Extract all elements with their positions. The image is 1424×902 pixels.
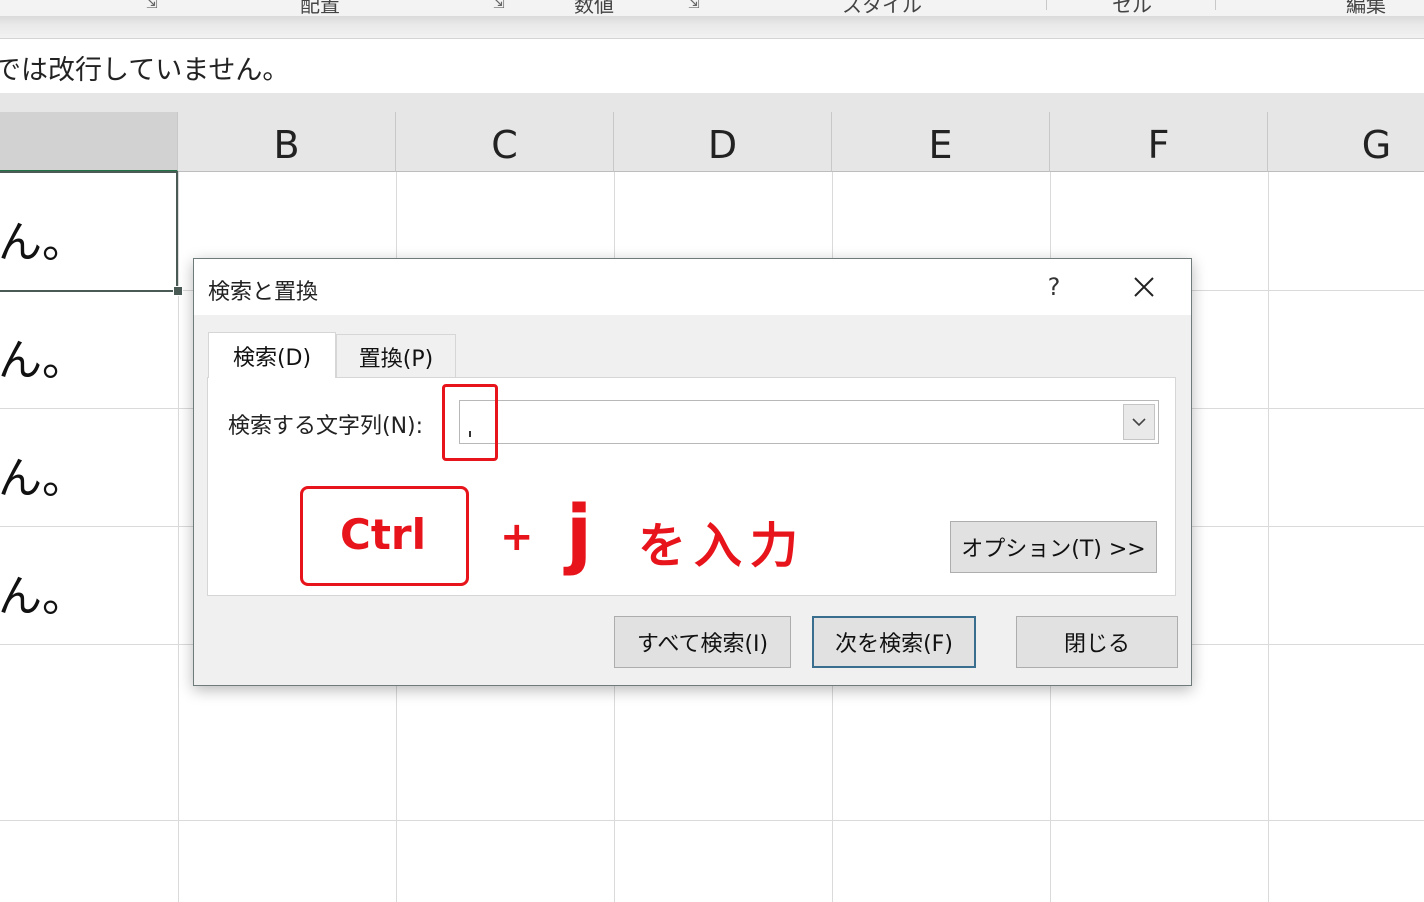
annotation-ctrl: Ctrl (340, 510, 427, 559)
formula-bar-content[interactable]: では改行していません。 (0, 48, 289, 87)
column-header-c[interactable]: C (396, 112, 614, 172)
grid-line (1268, 172, 1269, 902)
dialog-launcher-icon[interactable]: ⇲ (493, 0, 505, 12)
close-icon[interactable] (1122, 269, 1166, 305)
grid-line (178, 172, 179, 902)
tab-find[interactable]: 検索(D) (208, 332, 336, 378)
chevron-down-icon[interactable] (1123, 404, 1155, 440)
column-header-d[interactable]: D (614, 112, 832, 172)
dialog-launcher-icon[interactable]: ⇲ (146, 0, 158, 12)
ribbon-group-editing: 編集 (1346, 0, 1386, 16)
options-button[interactable]: オプション(T) >> (950, 521, 1157, 573)
dialog-launcher-icon[interactable]: ⇲ (688, 0, 700, 12)
cell-a3-text[interactable]: ん。 (0, 442, 86, 506)
ribbon-group-alignment: 配置 (300, 0, 340, 16)
annotation-j: j (566, 488, 593, 577)
cell-a4-text[interactable]: ん。 (0, 560, 86, 624)
annotation-instruction: を入力 (638, 518, 807, 574)
column-header-a[interactable] (0, 112, 178, 172)
highlight-input-frame (442, 384, 498, 461)
find-next-button[interactable]: 次を検索(F) (812, 616, 976, 668)
sheet-top-gap (0, 93, 1424, 112)
find-what-combobox[interactable] (459, 400, 1159, 444)
grid-line (0, 820, 1424, 821)
column-header-g[interactable]: G (1268, 112, 1424, 172)
annotation-plus: + (500, 514, 534, 560)
fill-handle[interactable] (173, 286, 183, 296)
close-button[interactable]: 閉じる (1016, 616, 1178, 668)
formula-bar[interactable]: では改行していません。 (0, 38, 1424, 94)
find-what-label: 検索する文字列(N): (228, 414, 424, 439)
find-replace-dialog: 検索と置換 ? 検索(D) 置換(P) 検索する文字列(N): オプション(T)… (193, 258, 1192, 686)
tab-replace[interactable]: 置換(P) (336, 334, 456, 378)
ribbon-separator (1046, 0, 1047, 10)
ribbon-shadow (0, 16, 1424, 38)
cell-a2-text[interactable]: ん。 (0, 324, 86, 388)
ribbon-group-cells: セル (1112, 0, 1152, 16)
column-header-f[interactable]: F (1050, 112, 1268, 172)
ribbon-separator (1215, 0, 1216, 10)
find-all-button[interactable]: すべて検索(I) (614, 616, 791, 668)
help-button[interactable]: ? (1034, 269, 1074, 305)
active-cell-border (0, 171, 178, 292)
ribbon-group-number: 数値 (574, 0, 614, 16)
ribbon-group-styles: スタイル (842, 0, 922, 16)
column-header-b[interactable]: B (178, 112, 396, 172)
column-header-e[interactable]: E (832, 112, 1050, 172)
dialog-title: 検索と置換 (208, 280, 319, 305)
find-what-input[interactable] (460, 401, 1120, 443)
dialog-titlebar[interactable]: 検索と置換 ? (194, 259, 1191, 315)
ribbon: ⇲ 配置 ⇲ 数値 ⇲ スタイル セル 編集 (0, 0, 1424, 16)
